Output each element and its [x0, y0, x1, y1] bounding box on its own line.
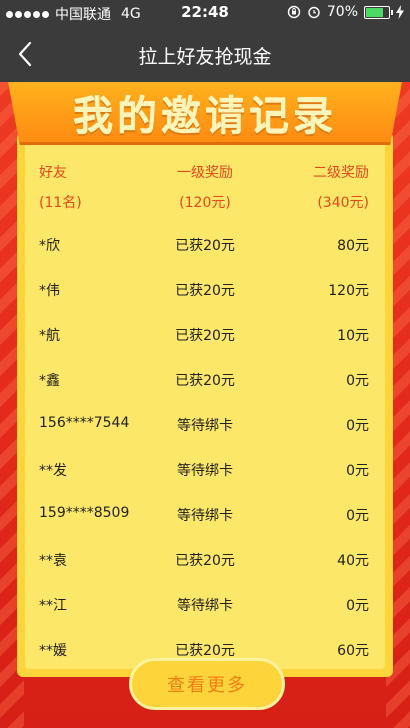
level1-reward: 已获20元	[175, 283, 235, 299]
level1-reward: 等待绑卡	[177, 508, 233, 524]
level1-reward: 已获20元	[175, 238, 235, 254]
header-level1: 一级奖励	[177, 165, 233, 181]
banner: 我的邀请记录	[8, 82, 402, 145]
page-title: 拉上好友抢现金	[138, 46, 272, 68]
level2-reward: 0元	[346, 598, 369, 614]
friend-name: 159****8509	[39, 505, 130, 521]
level2-reward: 60元	[337, 643, 369, 659]
level1-reward: 等待绑卡	[177, 598, 233, 614]
card-inner: 好友 一级奖励 二级奖励 (11名) (120元) (340元) *欣 已获20…	[25, 140, 385, 669]
battery-icon	[364, 5, 393, 19]
status-right: 70%	[287, 4, 404, 20]
table-row: 159****8509 等待绑卡 0元	[25, 505, 385, 527]
table-row: *欣 已获20元 80元	[25, 235, 385, 257]
level2-reward: 40元	[337, 553, 369, 569]
rotation-lock-icon	[287, 5, 301, 19]
alarm-icon	[308, 6, 320, 19]
level2-reward: 0元	[346, 508, 369, 524]
friend-name: **江	[39, 598, 67, 614]
table-row: *航 已获20元 10元	[25, 325, 385, 347]
level1-reward: 等待绑卡	[177, 463, 233, 479]
table-row: **江 等待绑卡 0元	[25, 595, 385, 617]
level1-reward: 等待绑卡	[177, 418, 233, 434]
table-row: **袁 已获20元 40元	[25, 550, 385, 572]
level1-reward: 已获20元	[175, 553, 235, 569]
level2-reward: 120元	[328, 283, 369, 299]
table-row: 156****7544 等待绑卡 0元	[25, 415, 385, 437]
nav-bar: 拉上好友抢现金	[0, 26, 410, 82]
banner-title: 我的邀请记录	[73, 94, 337, 140]
friend-name: *欣	[39, 238, 60, 254]
invite-record-card: 好友 一级奖励 二级奖励 (11名) (120元) (340元) *欣 已获20…	[17, 132, 393, 677]
friend-name: **媛	[39, 643, 67, 659]
level2-reward: 0元	[346, 373, 369, 389]
friend-name: **发	[39, 463, 67, 479]
friend-name: *鑫	[39, 373, 60, 389]
table-row: *伟 已获20元 120元	[25, 280, 385, 302]
level1-reward: 已获20元	[175, 328, 235, 344]
level2-reward: 0元	[346, 463, 369, 479]
table-row: *鑫 已获20元 0元	[25, 370, 385, 392]
table-row: **发 等待绑卡 0元	[25, 460, 385, 482]
level2-reward: 10元	[337, 328, 369, 344]
charging-icon	[396, 5, 404, 19]
view-more-button[interactable]: 查看更多	[129, 658, 285, 710]
friend-name: **袁	[39, 553, 67, 569]
battery-percent: 70%	[326, 4, 358, 20]
level1-reward: 已获20元	[175, 643, 235, 659]
friend-name: *伟	[39, 283, 60, 299]
header-level2-total: (340元)	[317, 195, 369, 211]
level2-reward: 0元	[346, 418, 369, 434]
header-level1-total: (120元)	[179, 195, 231, 211]
header-level2: 二级奖励	[313, 165, 369, 181]
friend-name: *航	[39, 328, 60, 344]
header-friends-count: (11名)	[39, 195, 82, 211]
friend-name: 156****7544	[39, 415, 130, 431]
status-bar: 中国联通 4G 22:48 70%	[0, 0, 410, 26]
header-friends: 好友	[39, 165, 67, 181]
level1-reward: 已获20元	[175, 373, 235, 389]
level2-reward: 80元	[337, 238, 369, 254]
